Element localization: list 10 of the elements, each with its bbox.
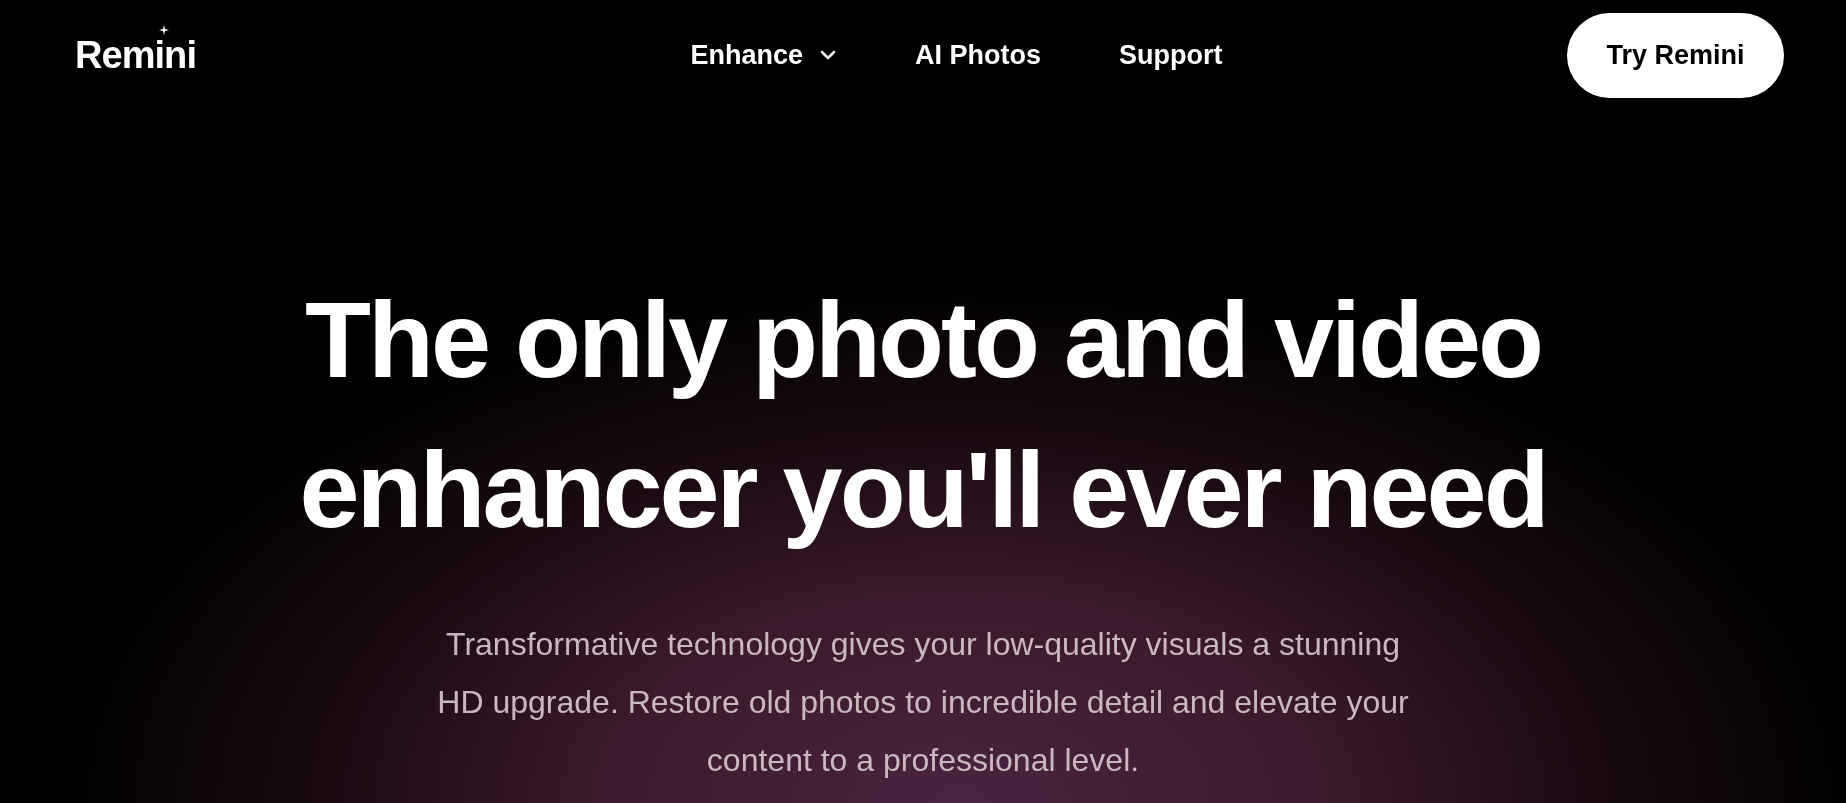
headline-line: enhancer you'll ever need <box>299 428 1547 552</box>
sparkle-icon <box>159 24 169 35</box>
nav-link[interactable]: Support <box>1119 34 1223 76</box>
chevron-down-icon <box>819 49 838 61</box>
nav-link[interactable]: AI Photos <box>915 34 1042 76</box>
logo[interactable]: Remini <box>75 26 196 84</box>
headline-line: The only photo and video <box>305 278 1541 402</box>
hero-description: Transformative technology gives your low-quality visuals a stunning HD upgrade. Restore old photos to incredible detail and elevate your content to a professional level. <box>436 625 1410 780</box>
nav-dropdown[interactable]: Enhance <box>690 34 838 76</box>
try-button[interactable]: Try Remini <box>1567 12 1784 98</box>
